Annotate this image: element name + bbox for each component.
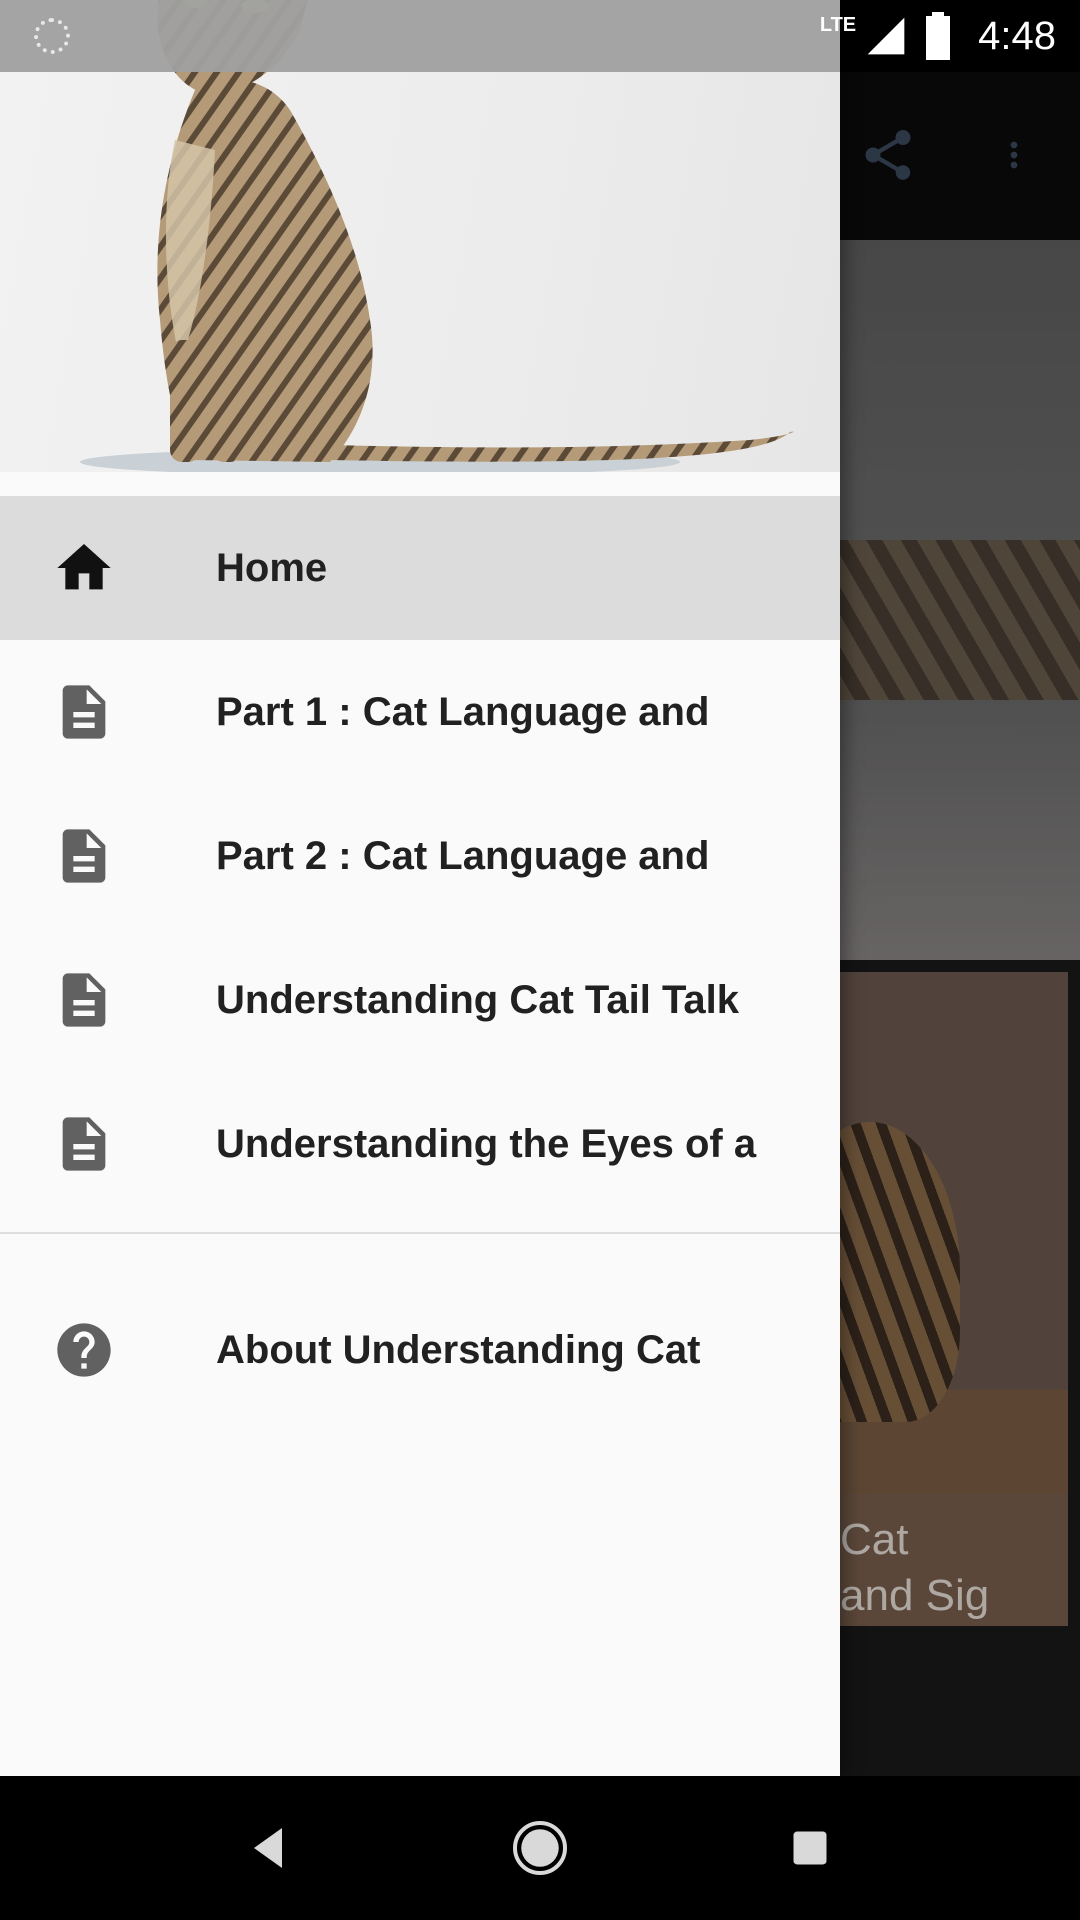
document-icon — [52, 680, 116, 744]
drawer-item-tail-talk[interactable]: Understanding Cat Tail Talk — [0, 928, 840, 1072]
drawer-menu: Home Part 1 : Cat Language and Part 2 : … — [0, 496, 840, 1422]
drawer-item-label: Understanding the Eyes of a — [216, 1121, 757, 1166]
document-icon — [52, 824, 116, 888]
drawer-item-home[interactable]: Home — [0, 496, 840, 640]
drawer-item-part-1[interactable]: Part 1 : Cat Language and — [0, 640, 840, 784]
network-type: LTE — [819, 13, 857, 36]
system-navigation-bar — [0, 1776, 1080, 1920]
drawer-item-label: Understanding Cat Tail Talk — [216, 977, 740, 1022]
signal-icon — [867, 17, 905, 55]
drawer-item-label: Home — [216, 545, 328, 590]
status-icons: LTE 4:48 — [820, 0, 1056, 72]
drawer-item-label: Part 2 : Cat Language and — [216, 833, 710, 878]
nav-back-button[interactable] — [230, 1808, 310, 1888]
drawer-item-about[interactable]: About Understanding Cat — [0, 1278, 840, 1422]
recents-icon — [793, 1831, 827, 1865]
home-circle-icon — [513, 1821, 567, 1875]
document-icon — [52, 1112, 116, 1176]
status-bar: LTE 4:48 — [0, 0, 1080, 72]
back-icon — [254, 1828, 282, 1868]
drawer-item-eyes[interactable]: Understanding the Eyes of a — [0, 1072, 840, 1216]
nav-home-button[interactable] — [500, 1808, 580, 1888]
help-icon — [52, 1318, 116, 1382]
home-icon — [52, 536, 116, 600]
loading-indicator-icon — [34, 18, 70, 54]
drawer-item-label: Part 1 : Cat Language and — [216, 689, 710, 734]
drawer-divider — [0, 1232, 840, 1234]
clock: 4:48 — [978, 13, 1056, 58]
battery-icon — [926, 12, 951, 60]
drawer-item-part-2[interactable]: Part 2 : Cat Language and — [0, 784, 840, 928]
navigation-drawer: Home Part 1 : Cat Language and Part 2 : … — [0, 0, 840, 1776]
document-icon — [52, 968, 116, 1032]
drawer-item-label: About Understanding Cat — [216, 1327, 701, 1372]
nav-recents-button[interactable] — [770, 1808, 850, 1888]
